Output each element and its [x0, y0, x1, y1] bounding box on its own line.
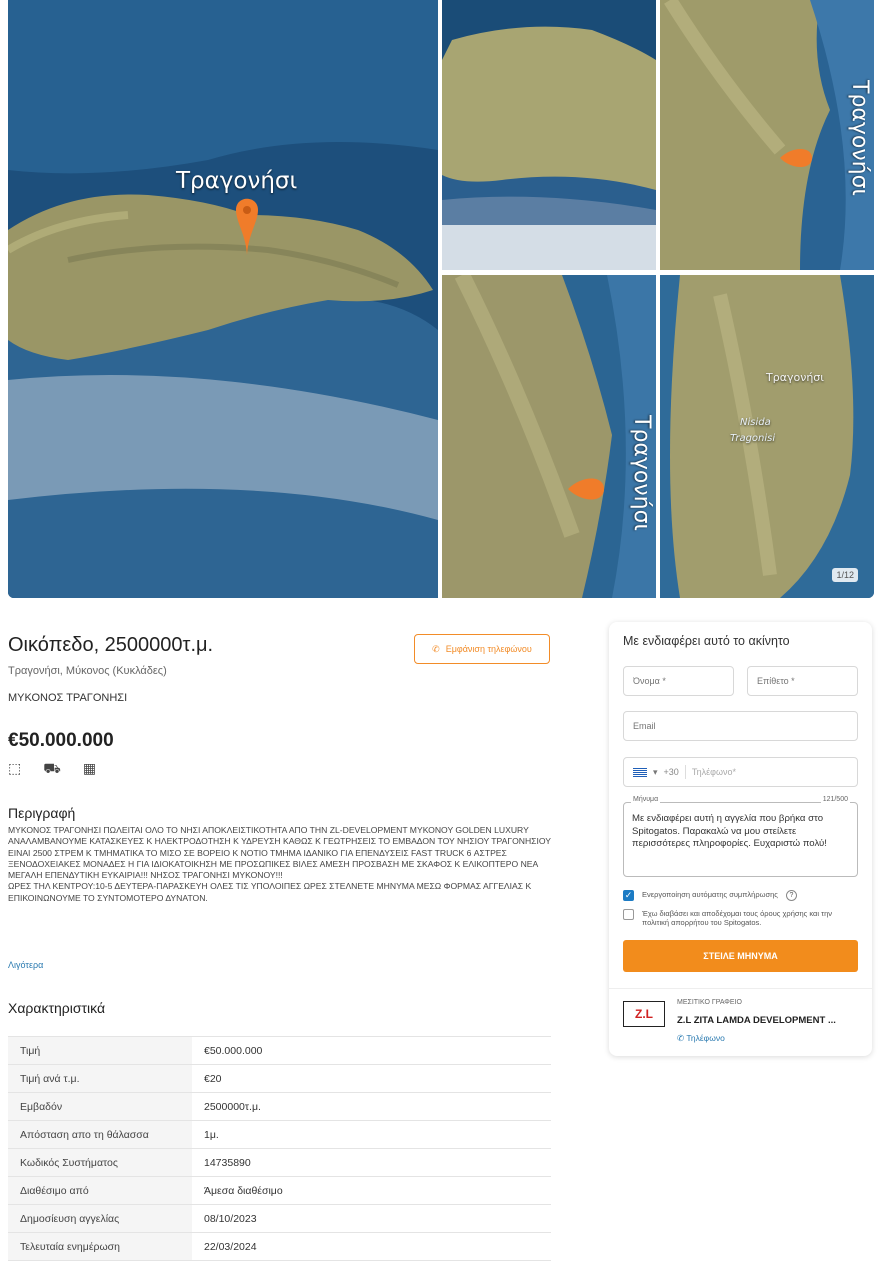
- table-row: Απόσταση απο τη θάλασσα 1μ.: [8, 1120, 551, 1149]
- main-photo[interactable]: Τραγονήσι: [8, 0, 438, 598]
- email-field[interactable]: [623, 711, 858, 741]
- last-name-field[interactable]: [747, 666, 858, 696]
- spec-value: 08/10/2023: [192, 1204, 551, 1233]
- specs-heading: Χαρακτηριστικά: [8, 1000, 106, 1016]
- map-label-tile-2: Τραγονήσι: [847, 80, 872, 197]
- show-phone-label: Εμφάνιση τηλεφώνου: [445, 644, 532, 654]
- spec-value: €20: [192, 1064, 551, 1093]
- spec-label: Δημοσίευση αγγελίας: [8, 1204, 192, 1233]
- agency-logo[interactable]: Z.L: [623, 1001, 665, 1027]
- message-text: Με ενδιαφέρει αυτή η αγγελία που βρήκα σ…: [632, 813, 827, 849]
- terms-checkbox[interactable]: [623, 909, 634, 920]
- spec-label: Διαθέσιμο από: [8, 1176, 192, 1205]
- autofill-checkbox[interactable]: ✓: [623, 890, 634, 901]
- divider: [684, 765, 686, 779]
- feature-icons: ⬚ ⛟ ▦: [8, 760, 96, 779]
- spec-label: Τελευταία ενημέρωση: [8, 1232, 192, 1261]
- area-icon: ⬚: [8, 760, 22, 776]
- listing-title: Οικόπεδο, 2500000τ.μ.: [8, 634, 214, 656]
- agency-name[interactable]: Z.L ZITA LAMDA DEVELOPMENT ...: [677, 1015, 836, 1026]
- country-code: +30: [663, 767, 679, 777]
- building-plot-icon: ▦: [82, 760, 97, 776]
- specs-table: Τιμή €50.000.000 Τιμή ανά τ.μ. €20 Εμβαδόν…: [8, 1036, 551, 1261]
- spec-label: Τιμή: [8, 1036, 192, 1065]
- autofill-label: Ενεργοποίηση αυτόματης συμπλήρωσης: [642, 890, 778, 899]
- send-message-button[interactable]: ΣΤΕΙΛΕ ΜΗΝΥΜΑ: [623, 940, 858, 972]
- agency-phone-link[interactable]: ✆ Τηλέφωνο: [677, 1033, 725, 1044]
- phone-icon: ✆: [432, 643, 440, 654]
- phone-field[interactable]: ▾ +30 Τηλέφωνο*: [623, 757, 858, 787]
- description-heading: Περιγραφή: [8, 805, 76, 821]
- description-body: ΜΥΚΟΝΟΣ ΤΡΑΓΟΝΗΣΙ ΠΩΛΕΙΤΑΙ ΟΛΟ ΤΟ ΝΗΣΙ Α…: [8, 825, 551, 881]
- autofill-row: ✓ Ενεργοποίηση αυτόματης συμπλήρωσης ?: [623, 890, 859, 901]
- message-counter: 121/500: [820, 796, 850, 803]
- description-text: ΜΥΚΟΝΟΣ ΤΡΑΓΟΝΗΣΙ ΠΩΛΕΙΤΑΙ ΟΛΟ ΤΟ ΝΗΣΙ Α…: [8, 825, 553, 904]
- table-row: Εμβαδόν 2500000τ.μ.: [8, 1092, 551, 1121]
- spec-label: Απόσταση απο τη θάλασσα: [8, 1120, 192, 1149]
- agency-type: ΜΕΣΙΤΙΚΟ ΓΡΑΦΕΙΟ: [677, 999, 742, 1006]
- thumbnail-2[interactable]: Τραγονήσι: [660, 0, 874, 270]
- agency-phone-label: Τηλέφωνο: [686, 1033, 725, 1043]
- table-row: Κωδικός Συστήματος 14735890: [8, 1148, 551, 1177]
- map-label-tragonisi: Tragonisi: [730, 433, 776, 444]
- photo-counter: 1/12: [832, 568, 858, 582]
- show-phone-button[interactable]: ✆ Εμφάνιση τηλεφώνου: [414, 634, 550, 664]
- terms-row: Έχω διαβάσει και αποδέχομαι τους όρους χ…: [623, 909, 859, 927]
- spec-value: 1μ.: [192, 1120, 551, 1149]
- map-label-tile-3: Τραγονήσι: [629, 415, 654, 532]
- spec-value: €50.000.000: [192, 1036, 551, 1065]
- table-row: Διαθέσιμο από Άμεσα διαθέσιμο: [8, 1176, 551, 1205]
- listing-subtitle: ΜΥΚΟΝΟΣ ΤΡΑΓΟΝΗΣΙ: [8, 692, 128, 704]
- phone-icon: ✆: [677, 1033, 685, 1043]
- photo-gallery[interactable]: Τραγονήσι Τραγονήσι Τραγονήσι Τραγονήσι …: [8, 0, 874, 598]
- map-label-main: Τραγονήσι: [176, 168, 298, 194]
- show-less-link[interactable]: Λιγότερα: [8, 960, 43, 970]
- spec-value: 2500000τ.μ.: [192, 1092, 551, 1121]
- contact-heading: Με ενδιαφέρει αυτό το ακίνητο: [623, 634, 790, 648]
- greek-flag-icon[interactable]: [633, 767, 647, 777]
- table-row: Δημοσίευση αγγελίας 08/10/2023: [8, 1204, 551, 1233]
- thumbnail-1[interactable]: [442, 0, 656, 270]
- terms-label: Έχω διαβάσει και αποδέχομαι τους όρους χ…: [642, 909, 832, 927]
- thumbnail-4[interactable]: Τραγονήσι Nisida Tragonisi: [660, 275, 874, 598]
- listing-price: €50.000.000: [8, 730, 114, 751]
- spec-label: Εμβαδόν: [8, 1092, 192, 1121]
- spec-value: 14735890: [192, 1148, 551, 1177]
- spec-label: Κωδικός Συστήματος: [8, 1148, 192, 1177]
- message-label: Μήνυμα: [631, 796, 661, 803]
- agency-card: Z.L ΜΕΣΙΤΙΚΟ ΓΡΑΦΕΙΟ Z.L ZITA LAMDA DEVE…: [609, 988, 872, 1057]
- first-name-field[interactable]: [623, 666, 734, 696]
- contact-form: Με ενδιαφέρει αυτό το ακίνητο ▾ +30 Τηλέ…: [609, 622, 872, 1056]
- phone-placeholder: Τηλέφωνο*: [691, 767, 737, 777]
- thumbnail-3[interactable]: Τραγονήσι: [442, 275, 656, 598]
- spec-label: Τιμή ανά τ.μ.: [8, 1064, 192, 1093]
- tractor-icon: ⛟: [43, 760, 61, 776]
- description-hours: ΩΡΕΣ ΤΗΛ ΚΕΝΤΡΟΥ:10-5 ΔΕΥΤΕΡΑ-ΠΑΡΑΣΚΕΥΗ …: [8, 881, 532, 903]
- table-row: Τιμή €50.000.000: [8, 1036, 551, 1065]
- table-row: Τελευταία ενημέρωση 22/03/2024: [8, 1232, 551, 1261]
- listing-location: Τραγονήσι, Μύκονος (Κυκλάδες): [8, 665, 167, 677]
- spec-value: Άμεσα διαθέσιμο: [192, 1176, 551, 1205]
- spec-value: 22/03/2024: [192, 1232, 551, 1261]
- message-textarea[interactable]: Με ενδιαφέρει αυτή η αγγελία που βρήκα σ…: [623, 802, 858, 877]
- table-row: Τιμή ανά τ.μ. €20: [8, 1064, 551, 1093]
- map-label-tile-4: Τραγονήσι: [766, 371, 825, 384]
- help-icon[interactable]: ?: [785, 890, 797, 901]
- map-label-nisida: Nisida: [740, 417, 771, 428]
- chevron-down-icon[interactable]: ▾: [653, 767, 658, 778]
